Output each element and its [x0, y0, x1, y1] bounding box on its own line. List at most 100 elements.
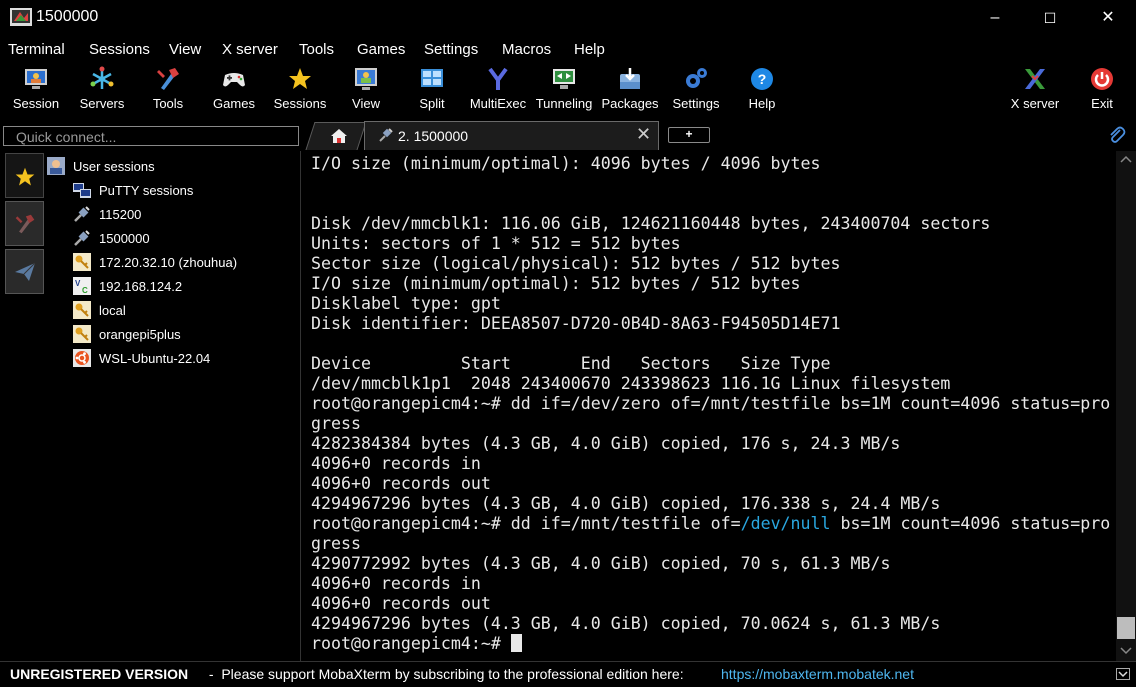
tab-close-icon[interactable]: ✕: [636, 124, 651, 145]
terminal-line: Sector size (logical/physical): 512 byte…: [311, 254, 841, 273]
close-icon: ✕: [1101, 9, 1115, 26]
view-icon: [355, 68, 377, 90]
tools-button[interactable]: Tools: [135, 64, 201, 116]
terminal-line: 4282384384 bytes (4.3 GB, 4.0 GiB) copie…: [311, 434, 901, 453]
paperclip-icon[interactable]: [1106, 125, 1126, 145]
packages-button[interactable]: Packages: [597, 64, 663, 116]
servers-icon: [90, 66, 114, 89]
text-cursor: [510, 634, 522, 652]
quick-connect-input[interactable]: Quick connect...: [3, 126, 299, 146]
terminal-line: I/O size (minimum/optimal): 4096 bytes /…: [311, 154, 821, 173]
packages-label: Packages: [601, 96, 659, 111]
terminal-line: 4096+0 records out: [311, 474, 491, 493]
putty-folder-icon: [73, 183, 91, 198]
menu-tools[interactable]: Tools: [299, 41, 334, 58]
menu-help[interactable]: Help: [574, 41, 605, 58]
terminal-line: root@orangepicm4:~# dd if=/dev/zero of=/…: [311, 394, 1111, 413]
terminal-line: Disk identifier: DEEA8507-D720-0B4D-8A63…: [311, 314, 841, 333]
tree-item-label: PuTTY sessions: [99, 183, 194, 198]
new-tab-button[interactable]: +: [668, 127, 710, 143]
ssh-key-icon: [73, 301, 91, 319]
sessions-tree: User sessions PuTTY sessions 115200 1500…: [44, 151, 301, 661]
home-icon: [331, 129, 347, 143]
terminal-line: 4294967296 bytes (4.3 GB, 4.0 GiB) copie…: [311, 494, 941, 513]
scroll-up-icon[interactable]: [1120, 155, 1132, 163]
x-server-button[interactable]: X server: [1002, 64, 1068, 116]
menu-settings[interactable]: Settings: [424, 41, 478, 58]
exit-button[interactable]: Exit: [1069, 64, 1135, 116]
tree-item-label: local: [99, 303, 126, 318]
x-server-label: X server: [1010, 96, 1060, 111]
split-icon: [421, 69, 443, 87]
scroll-down-icon[interactable]: [1120, 647, 1132, 655]
help-label: Help: [748, 96, 776, 111]
session-icon: [25, 69, 47, 89]
maximize-button[interactable]: ☐: [1027, 0, 1073, 36]
minimize-button[interactable]: –: [972, 0, 1018, 36]
terminal-line: I/O size (minimum/optimal): 512 bytes / …: [311, 274, 801, 293]
tab-label: 2. 1500000: [398, 128, 469, 144]
support-message: - Please support MobaXterm by subscribin…: [205, 666, 684, 682]
terminal-line: /dev/mmcblk1p1 2048 243400670 243398623 …: [311, 374, 951, 393]
terminal-scrollbar[interactable]: [1116, 151, 1136, 661]
session-label: Session: [12, 96, 60, 111]
view-button[interactable]: View: [333, 64, 399, 116]
user-sessions-icon: [47, 157, 65, 175]
tree-item-label: WSL-Ubuntu-22.04: [99, 351, 211, 366]
tree-item-label: 192.168.124.2: [99, 279, 183, 294]
scrollbar-thumb[interactable]: [1117, 617, 1135, 639]
packages-icon: [620, 68, 640, 89]
tools-icon: [157, 68, 179, 90]
games-label: Games: [213, 96, 255, 111]
menu-macros[interactable]: Macros: [502, 41, 551, 58]
split-button[interactable]: Split: [399, 64, 465, 116]
close-button[interactable]: ✕: [1085, 0, 1131, 36]
menu-x-server[interactable]: X server: [222, 41, 278, 58]
command-text: root@orangepicm4:~# dd if=/mnt/testfile …: [311, 514, 741, 533]
terminal-line: 4290772992 bytes (4.3 GB, 4.0 GiB) copie…: [311, 554, 891, 573]
terminal-line: gress: [311, 534, 361, 553]
session-button[interactable]: Session: [3, 64, 69, 116]
settings-button[interactable]: Settings: [663, 64, 729, 116]
terminal-prompt-line: root@orangepicm4:~#: [311, 634, 522, 654]
side-tab-macros[interactable]: [5, 249, 44, 294]
sessions-label: Sessions: [273, 96, 327, 111]
tunneling-button[interactable]: Tunneling: [531, 64, 597, 116]
minimize-icon: –: [990, 9, 1000, 26]
title-bar: 1500000 – ☐ ✕: [0, 0, 1136, 36]
tree-item-label: orangepi5plus: [99, 327, 181, 342]
help-button[interactable]: ? Help: [729, 64, 795, 116]
menu-sessions[interactable]: Sessions: [89, 41, 150, 58]
tunneling-label: Tunneling: [535, 96, 593, 111]
maximize-icon: ☐: [1043, 10, 1057, 26]
tree-root-label: User sessions: [73, 159, 155, 174]
servers-label: Servers: [79, 96, 125, 111]
games-button[interactable]: Games: [201, 64, 267, 116]
mobatek-link[interactable]: https://mobaxterm.mobatek.net: [721, 662, 914, 686]
power-icon: [1091, 68, 1113, 90]
tree-item-label: 115200: [99, 207, 142, 222]
terminal-line: 4096+0 records out: [311, 594, 491, 613]
terminal-output[interactable]: I/O size (minimum/optimal): 4096 bytes /…: [302, 151, 1116, 661]
servers-button[interactable]: Servers: [69, 64, 135, 116]
terminal-line: Units: sectors of 1 * 512 = 512 bytes: [311, 234, 681, 253]
sessions-button[interactable]: Sessions: [267, 64, 333, 116]
menu-terminal[interactable]: Terminal: [8, 41, 65, 58]
side-tab-tools[interactable]: [5, 201, 44, 246]
menu-games[interactable]: Games: [357, 41, 405, 58]
collapse-down-icon[interactable]: [1116, 668, 1130, 680]
unregistered-label: UNREGISTERED VERSION: [10, 666, 189, 682]
serial-plug-icon: [379, 128, 393, 142]
multiexec-button[interactable]: MultiExec: [465, 64, 531, 116]
multiexec-icon: [488, 67, 508, 90]
terminal-line-command: root@orangepicm4:~# dd if=/mnt/testfile …: [311, 514, 1110, 534]
tab-bar: 2. 1500000 ✕ +: [302, 120, 1136, 150]
star-icon: [15, 167, 35, 186]
gamepad-icon: [223, 73, 245, 87]
x-server-icon: [1025, 69, 1045, 89]
window-title: 1500000: [36, 8, 99, 25]
menu-view[interactable]: View: [169, 41, 201, 58]
side-tab-sessions[interactable]: [5, 153, 44, 198]
view-label: View: [352, 96, 380, 111]
svg-text:C: C: [82, 286, 88, 295]
